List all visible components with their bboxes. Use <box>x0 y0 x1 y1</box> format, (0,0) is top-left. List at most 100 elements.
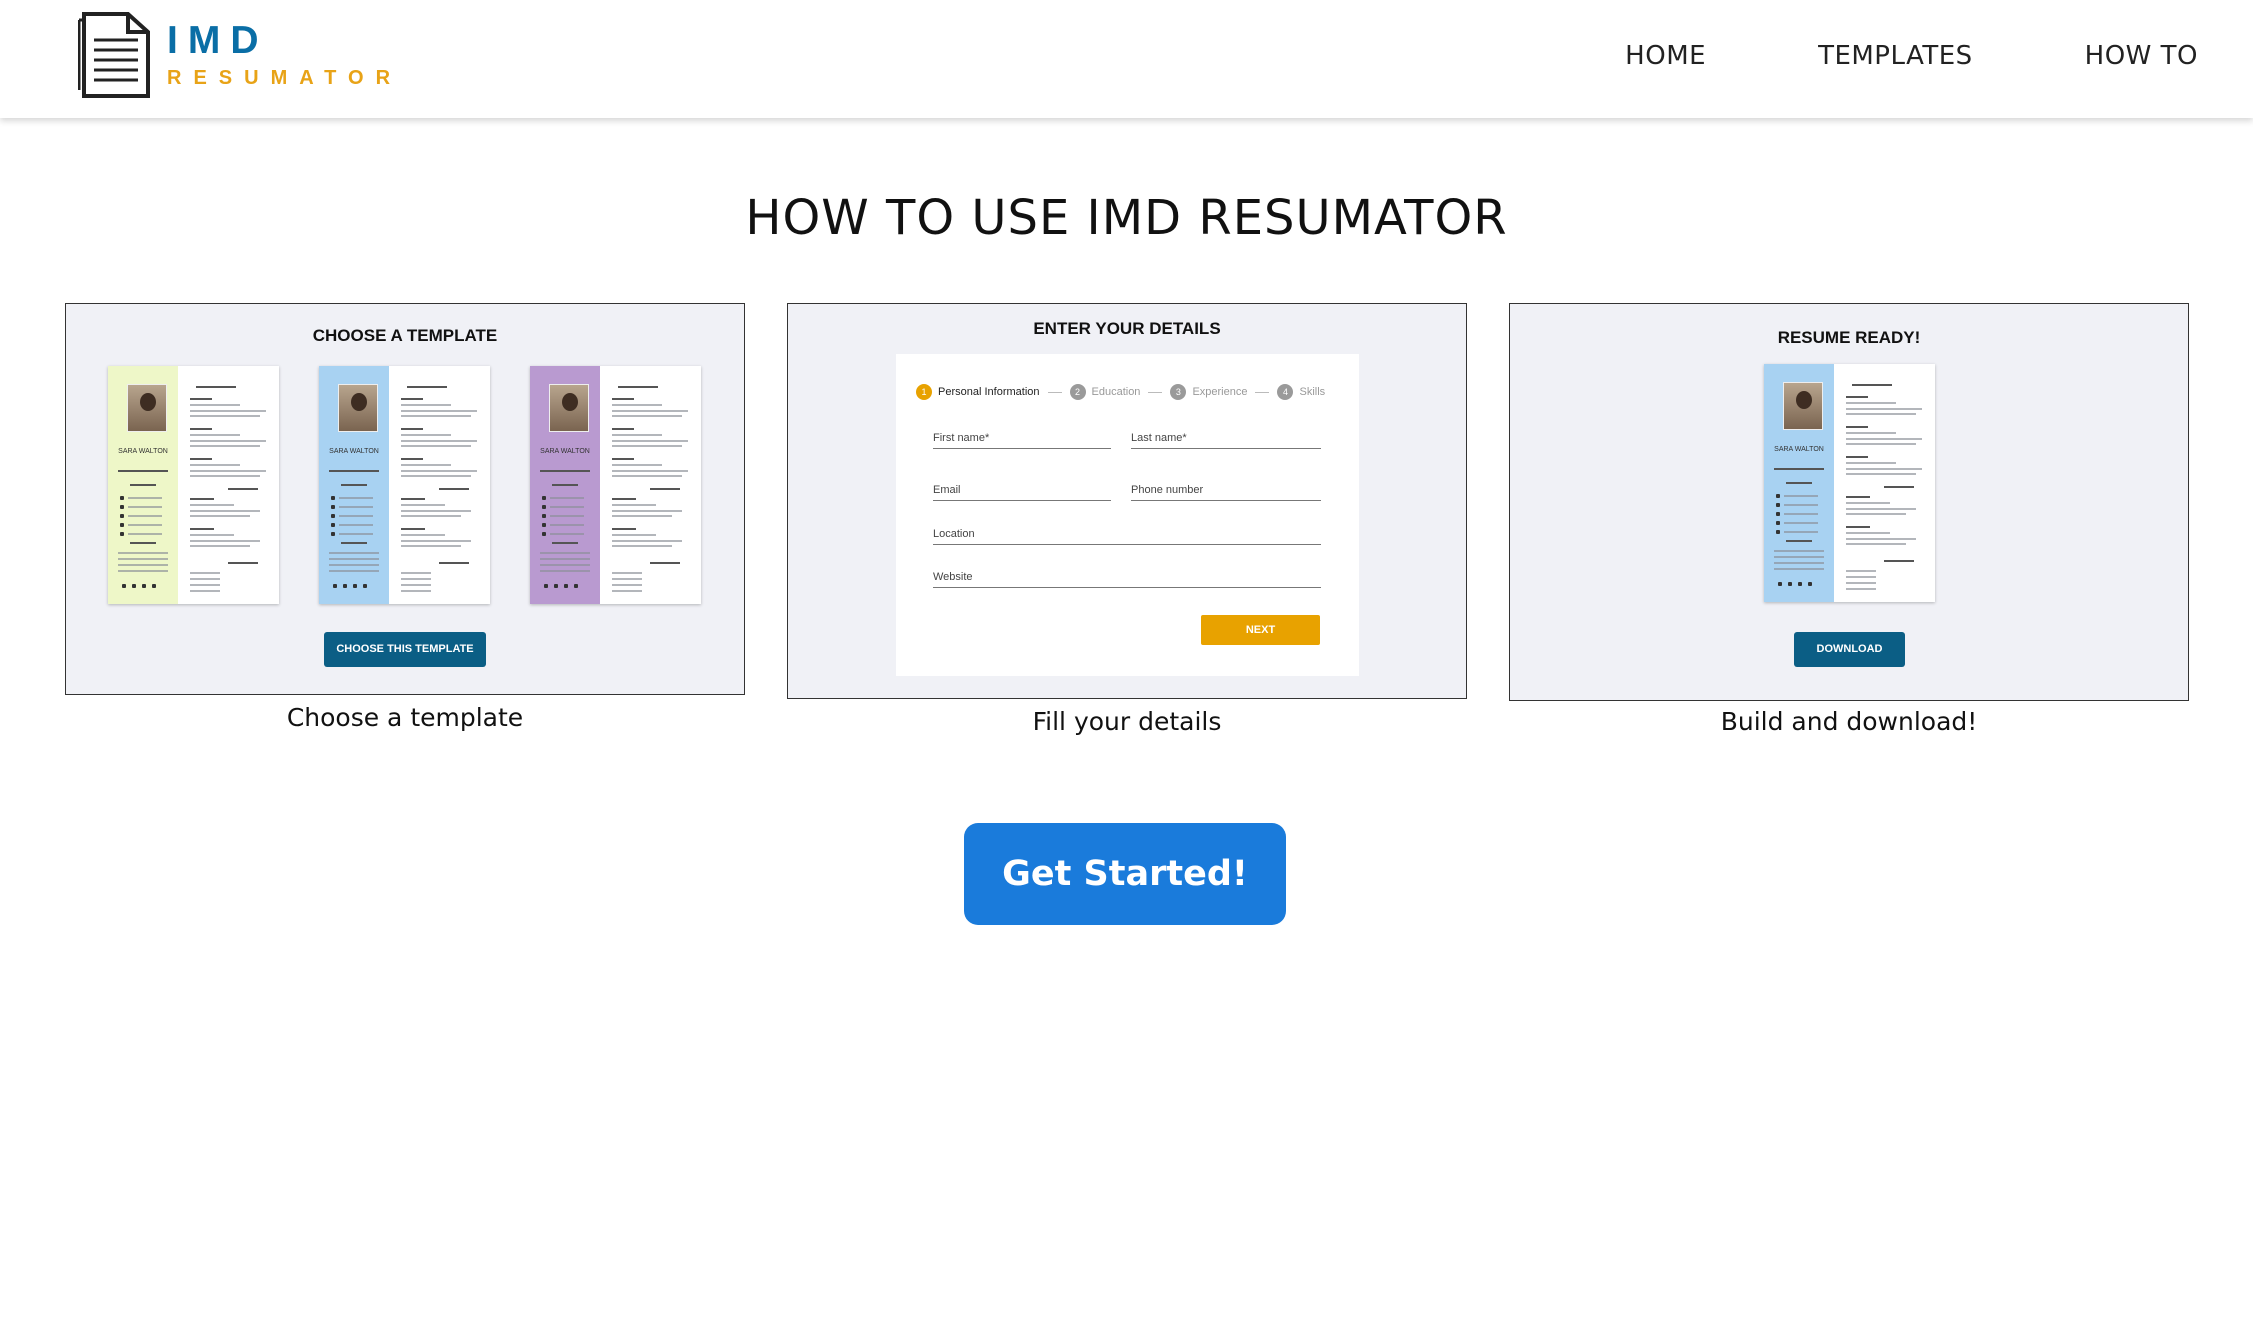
placeholder-line <box>612 590 642 592</box>
website-field[interactable]: Website <box>933 571 1321 588</box>
contact-icon <box>331 532 335 536</box>
entry-heading <box>1846 456 1868 458</box>
section-heading <box>1884 486 1914 488</box>
last-name-field[interactable]: Last name* <box>1131 432 1321 449</box>
card-title: CHOOSE A TEMPLATE <box>312 326 498 345</box>
nav-templates[interactable]: TEMPLATES <box>1818 41 1973 71</box>
placeholder-line <box>401 515 461 517</box>
placeholder-line <box>1846 432 1896 434</box>
placeholder-line <box>401 415 471 417</box>
placeholder-line <box>612 470 688 472</box>
placeholder-line <box>612 464 662 466</box>
placeholder-line <box>540 564 590 566</box>
contact-icon <box>331 496 335 500</box>
placeholder-line <box>1784 522 1818 524</box>
entry-heading <box>401 458 423 460</box>
entry-heading <box>1846 526 1870 528</box>
social-icon <box>554 584 558 588</box>
section-heading <box>650 562 680 564</box>
nav-how-to[interactable]: HOW TO <box>2085 41 2198 71</box>
social-icon <box>1798 582 1802 586</box>
step-caption: Build and download! <box>1720 707 1978 736</box>
resume-template-thumbnail[interactable]: SARA WALTON <box>530 366 701 604</box>
email-field[interactable]: Email <box>933 484 1111 501</box>
placeholder-line <box>550 515 584 517</box>
sidebar-heading <box>130 484 156 486</box>
entry-heading <box>612 398 634 400</box>
entry-heading <box>612 428 634 430</box>
placeholder-line <box>540 552 590 554</box>
download-button[interactable]: DOWNLOAD <box>1794 632 1905 667</box>
placeholder-line <box>190 545 250 547</box>
choose-template-button[interactable]: CHOOSE THIS TEMPLATE <box>324 632 486 667</box>
placeholder-line <box>1774 550 1824 552</box>
section-heading <box>196 386 236 388</box>
placeholder-line <box>128 506 162 508</box>
placeholder-line <box>1784 504 1818 506</box>
placeholder-line <box>190 510 260 512</box>
step-number: 4 <box>1277 384 1294 400</box>
nav-home[interactable]: HOME <box>1625 41 1706 71</box>
placeholder-line <box>401 534 445 536</box>
placeholder-line <box>118 558 168 560</box>
placeholder-line <box>118 564 168 566</box>
first-name-field[interactable]: First name* <box>933 432 1111 449</box>
resume-template-thumbnail[interactable]: SARA WALTON <box>319 366 490 604</box>
contact-icon <box>120 496 124 500</box>
placeholder-line <box>612 415 682 417</box>
placeholder-line <box>339 515 373 517</box>
placeholder-line <box>1846 576 1876 578</box>
card-title: ENTER YOUR DETAILS <box>1033 319 1221 338</box>
contact-icon <box>331 514 335 518</box>
contact-icon <box>120 505 124 509</box>
step-card-2: ENTER YOUR DETAILS 1 Personal Informatio… <box>787 303 1467 699</box>
placeholder-line <box>128 524 162 526</box>
brand-logo[interactable]: IMD RESUMATOR <box>78 10 402 100</box>
document-icon <box>78 12 150 98</box>
contact-icon <box>1776 503 1780 507</box>
resume-name: SARA WALTON <box>540 448 590 455</box>
brand-line1: IMD <box>167 19 269 62</box>
placeholder-line <box>128 515 162 517</box>
contact-icon <box>120 532 124 536</box>
placeholder-line <box>401 410 477 412</box>
placeholder-line <box>550 506 584 508</box>
placeholder-line <box>401 434 451 436</box>
step-choose-template: CHOOSE A TEMPLATE SARA WALTON SARA WALTO… <box>65 303 745 732</box>
entry-heading <box>190 458 212 460</box>
get-started-button[interactable]: Get Started! <box>964 823 1286 925</box>
placeholder-line <box>612 578 642 580</box>
details-form-preview: 1 Personal Information 2 Education 3 Exp… <box>896 354 1359 676</box>
location-field[interactable]: Location <box>933 528 1321 545</box>
contact-icon <box>331 505 335 509</box>
form-stepper: 1 Personal Information 2 Education 3 Exp… <box>916 384 1325 400</box>
section-heading <box>439 488 469 490</box>
placeholder-line <box>612 540 682 542</box>
placeholder-line <box>401 578 431 580</box>
contact-icon <box>331 523 335 527</box>
contact-icon <box>542 523 546 527</box>
page-title: HOW TO USE IMD RESUMATOR <box>745 190 1508 246</box>
sidebar-heading <box>1786 482 1812 484</box>
placeholder-line <box>612 534 656 536</box>
phone-field[interactable]: Phone number <box>1131 484 1321 501</box>
placeholder-line <box>128 533 162 535</box>
placeholder-line <box>190 445 260 447</box>
placeholder-line <box>612 515 672 517</box>
brand-line2: RESUMATOR <box>167 67 403 89</box>
placeholder-line <box>1774 562 1824 564</box>
section-heading <box>439 562 469 564</box>
placeholder-line <box>612 434 662 436</box>
section-heading <box>650 488 680 490</box>
social-icon <box>574 584 578 588</box>
placeholder-line <box>190 504 234 506</box>
resume-name: SARA WALTON <box>1774 446 1824 453</box>
next-button[interactable]: NEXT <box>1201 615 1320 645</box>
entry-heading <box>190 398 212 400</box>
entry-heading <box>401 428 423 430</box>
social-icon <box>1788 582 1792 586</box>
placeholder-line <box>401 572 431 574</box>
placeholder-line <box>190 434 240 436</box>
profile-photo <box>1783 382 1823 430</box>
resume-template-thumbnail[interactable]: SARA WALTON <box>108 366 279 604</box>
